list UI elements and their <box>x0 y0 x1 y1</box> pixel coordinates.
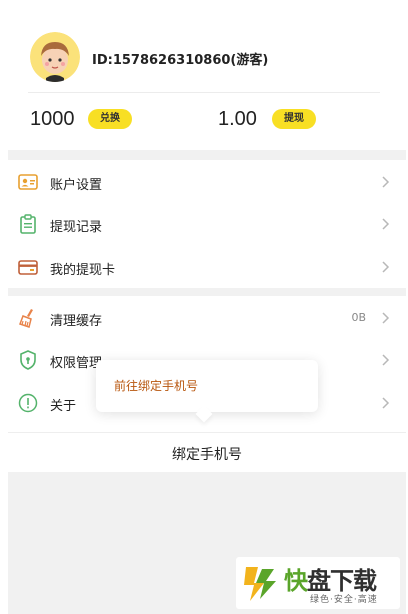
chevron-right-icon <box>382 397 390 409</box>
menu-item-account-settings[interactable]: 账户设置 <box>8 161 406 203</box>
bind-phone-label: 绑定手机号 <box>172 447 242 463</box>
account-card-icon <box>18 174 38 190</box>
avatar[interactable] <box>30 32 80 82</box>
avatar-image <box>30 32 80 82</box>
points-value: 1000 <box>30 108 75 130</box>
menu-item-label: 权限管理 <box>50 356 103 371</box>
balance-value: 1.00 <box>218 108 257 130</box>
watermark-logo-icon <box>244 567 276 601</box>
divider <box>28 92 380 93</box>
shield-icon <box>20 350 36 370</box>
cache-size: 0B <box>351 311 366 324</box>
clipboard-icon <box>20 214 36 234</box>
menu-item-label: 我的提现卡 <box>50 263 116 278</box>
chevron-right-icon <box>382 354 390 366</box>
popup-text: 前往绑定手机号 <box>114 379 199 393</box>
watermark-subtitle: 绿色·安全·高速 <box>310 595 378 605</box>
menu-item-label: 提现记录 <box>50 220 103 235</box>
section-gap <box>8 150 406 160</box>
menu-item-label: 账户设置 <box>50 178 103 193</box>
bind-phone-popup[interactable]: 前往绑定手机号 <box>96 360 318 423</box>
watermark-title-part1: 快 <box>284 567 308 595</box>
chevron-right-icon <box>382 261 390 273</box>
section-gap <box>8 288 406 296</box>
menu-item-label: 关于 <box>50 399 77 414</box>
menu-group-account: 账户设置 提现记录 我的提现卡 <box>8 160 406 288</box>
bind-phone-button[interactable]: 绑定手机号 <box>8 432 406 472</box>
watermark-title-part2: 盘下载 <box>307 567 377 595</box>
watermark: 快盘下载 绿色·安全·高速 <box>236 557 400 609</box>
menu-item-withdraw-records[interactable]: 提现记录 <box>8 203 406 245</box>
user-id: ID:1578626310860(游客) <box>92 53 269 68</box>
withdraw-button[interactable]: 提现 <box>272 109 316 129</box>
menu-item-label: 清理缓存 <box>50 314 103 329</box>
chevron-right-icon <box>382 312 390 324</box>
broom-icon <box>19 309 33 328</box>
menu-item-withdraw-card[interactable]: 我的提现卡 <box>8 246 406 288</box>
exchange-button[interactable]: 兑换 <box>88 109 132 129</box>
wallet-icon <box>18 260 38 275</box>
profile-header: ID:1578626310860(游客) 1000 兑换 1.00 提现 <box>0 0 408 150</box>
chevron-right-icon <box>382 176 390 188</box>
menu-item-clear-cache[interactable]: 清理缓存 0B <box>8 297 406 339</box>
info-icon <box>18 393 38 413</box>
chevron-right-icon <box>382 218 390 230</box>
watermark-title: 快盘下载 <box>284 561 377 596</box>
